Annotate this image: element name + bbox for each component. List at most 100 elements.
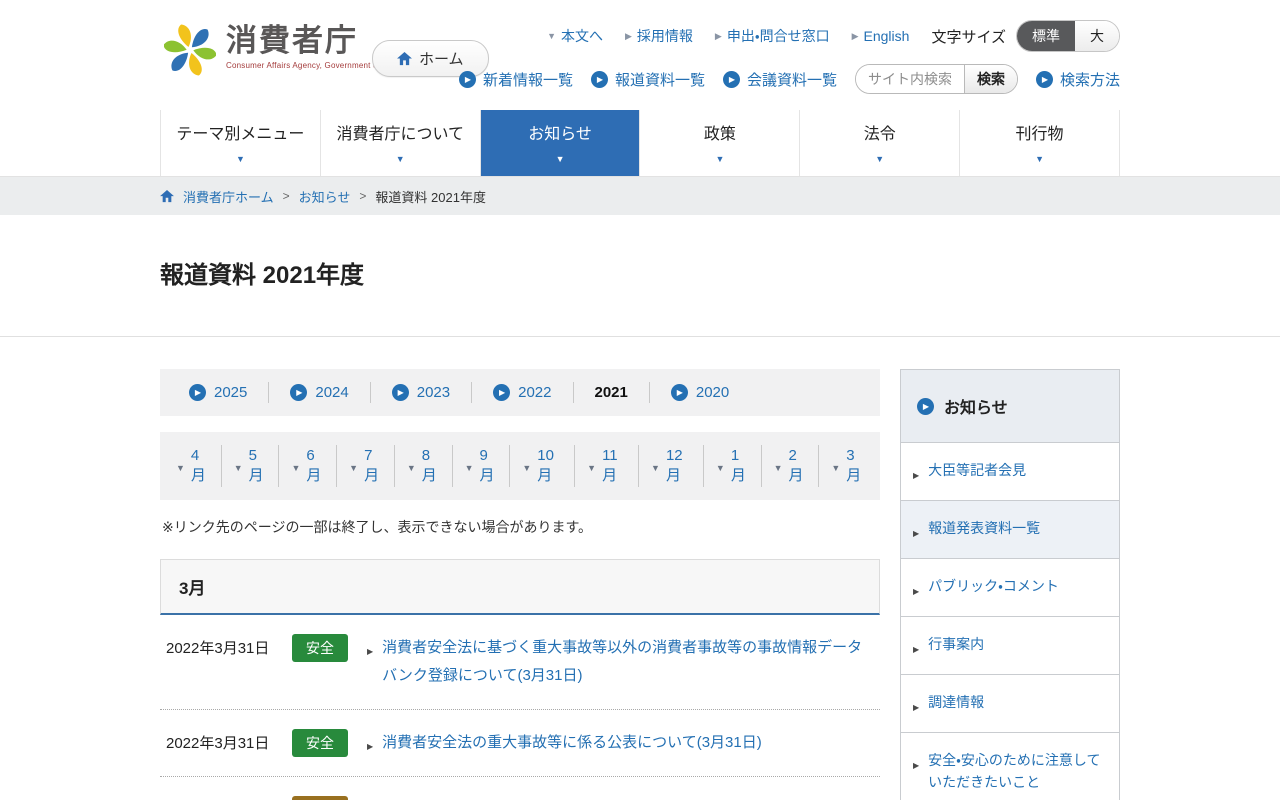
caret-down-icon xyxy=(875,149,884,167)
year-tab-2023[interactable]: 2023 xyxy=(369,382,471,403)
sidebar-item-event-guide[interactable]: 行事案内 xyxy=(901,616,1119,674)
home-icon xyxy=(160,189,174,202)
category-badge-safety: 安全 xyxy=(292,728,348,757)
nav-about-agency[interactable]: 消費者庁について xyxy=(319,110,480,176)
caret-right-icon: ▶ xyxy=(624,30,632,41)
caret-right-icon xyxy=(913,697,919,715)
breadcrumb-separator: > xyxy=(282,189,290,203)
month-tab-apr[interactable]: 4月 xyxy=(164,445,221,487)
caret-down-icon xyxy=(349,458,358,475)
month-section-title: 3月 xyxy=(179,579,206,598)
sidebar-item-public-comment[interactable]: パブリック・コメント xyxy=(901,558,1119,616)
main-column: 2025 2024 2023 2022 2021 xyxy=(160,369,880,800)
breadcrumb-home-link[interactable]: 消費者庁ホーム xyxy=(183,187,274,206)
nav-news[interactable]: お知らせ xyxy=(479,110,640,176)
title-band: 報道資料 2021年度 xyxy=(0,215,1280,337)
link-contact-window[interactable]: ▶ 申出・問合せ窓口 xyxy=(715,26,830,46)
month-tab-may[interactable]: 5月 xyxy=(220,445,279,487)
sidebar-item-procurement-info[interactable]: 調達情報 xyxy=(901,674,1119,732)
link-recruit-info[interactable]: ▶ 採用情報 xyxy=(625,26,693,46)
link-to-main-content[interactable]: ▼ 本文へ xyxy=(547,26,603,46)
month-tab-jul[interactable]: 7月 xyxy=(336,445,394,487)
nav-policy[interactable]: 政策 xyxy=(639,110,799,176)
circle-arrow-icon xyxy=(590,70,608,88)
nav-theme-menu[interactable]: テーマ別メニュー xyxy=(160,110,320,176)
caret-down-icon xyxy=(465,458,474,475)
month-tab-jan[interactable]: 1月 xyxy=(702,445,761,487)
month-tab-feb[interactable]: 2月 xyxy=(760,445,819,487)
link-new-info-list[interactable]: 新着情報一覧 xyxy=(458,69,573,90)
circle-arrow-icon xyxy=(458,70,476,88)
link-search-help[interactable]: 検索方法 xyxy=(1035,69,1120,90)
month-tab-sep[interactable]: 9月 xyxy=(451,445,510,487)
year-tab-2025[interactable]: 2025 xyxy=(168,382,268,403)
font-size-standard-button[interactable]: 標準 xyxy=(1017,21,1075,51)
sidebar-item-safety-cautions[interactable]: 安全・安心のために注意していただきたいこと xyxy=(901,732,1119,800)
font-size-label: 文字サイズ xyxy=(931,28,1006,46)
caret-right-icon xyxy=(913,639,919,657)
month-tab-oct[interactable]: 10月 xyxy=(509,445,574,487)
caret-right-icon xyxy=(913,755,919,773)
circle-arrow-icon xyxy=(670,384,688,401)
caret-down-icon xyxy=(291,458,300,475)
caret-down-icon xyxy=(176,458,185,475)
month-tab-dec[interactable]: 12月 xyxy=(638,445,703,487)
circle-arrow-icon xyxy=(917,397,934,415)
month-tab-mar[interactable]: 3月 xyxy=(818,445,876,487)
agency-logo[interactable]: 消費者庁 Consumer Affairs Agency, Government… xyxy=(163,23,405,81)
sidebar-item-minister-press-conference[interactable]: 大臣等記者会見 xyxy=(901,442,1119,500)
news-link[interactable]: 認知機能に係る機能性を標ぼうする機能性表示食品の表示に関する改善指導及び一般消費… xyxy=(382,796,874,800)
breadcrumb: 消費者庁ホーム > お知らせ > 報道資料 2021年度 xyxy=(0,177,1280,215)
caret-down-icon xyxy=(522,458,531,475)
year-tab-2024[interactable]: 2024 xyxy=(268,382,369,403)
circle-arrow-icon xyxy=(1035,70,1053,88)
month-tabs: 4月 5月 6月 7月 8月 9月 10月 11月 12月 1月 2月 3月 xyxy=(160,432,880,500)
month-tab-aug[interactable]: 8月 xyxy=(393,445,452,487)
year-tab-2021-current: 2021 xyxy=(572,382,649,403)
nav-laws[interactable]: 法令 xyxy=(799,110,959,176)
caret-down-icon xyxy=(407,458,416,475)
caret-down-icon xyxy=(774,458,783,475)
news-row: 2022年3月31日 安全 消費者安全法に基づく重大事故等以外の消費者事故等の事… xyxy=(160,615,880,710)
caret-down-icon xyxy=(587,458,596,475)
caret-right-icon xyxy=(367,641,373,659)
sidebar-item-press-release-list[interactable]: 報道発表資料一覧 xyxy=(901,500,1119,558)
quick-links-nav: 新着情報一覧 報道資料一覧 会議資料一覧 検索 検索方法 xyxy=(458,64,1120,94)
circle-arrow-icon xyxy=(189,384,206,401)
news-date: 2022年3月31日 xyxy=(166,734,270,752)
news-link[interactable]: 消費者安全法に基づく重大事故等以外の消費者事故等の事故情報データバンク登録につい… xyxy=(382,634,874,690)
link-meeting-materials-list[interactable]: 会議資料一覧 xyxy=(722,69,837,90)
year-tab-2022[interactable]: 2022 xyxy=(471,382,572,403)
year-tabs: 2025 2024 2023 2022 2021 xyxy=(160,369,880,416)
circle-arrow-icon xyxy=(290,384,308,401)
caret-right-icon xyxy=(913,523,919,541)
year-tab-2020[interactable]: 2020 xyxy=(648,382,750,403)
caret-down-icon xyxy=(556,149,565,167)
category-badge-safety: 安全 xyxy=(292,634,348,662)
caret-right-icon xyxy=(913,465,919,483)
news-row: 2022年3月31日 表示 認知機能に係る機能性を標ぼうする機能性表示食品の表示… xyxy=(160,777,880,800)
month-tab-jun[interactable]: 6月 xyxy=(278,445,336,487)
caret-down-icon xyxy=(396,149,405,167)
breadcrumb-current: 報道資料 2021年度 xyxy=(375,189,486,205)
caret-down-icon xyxy=(234,458,243,475)
nav-publications[interactable]: 刊行物 xyxy=(959,110,1120,176)
caret-right-icon: ▶ xyxy=(714,30,722,41)
circle-arrow-icon xyxy=(391,384,409,401)
news-link[interactable]: 消費者安全法の重大事故等に係る公表について(3月31日) xyxy=(382,729,874,757)
breadcrumb-news-link[interactable]: お知らせ xyxy=(299,187,351,206)
page-title: 報道資料 2021年度 xyxy=(160,262,365,289)
sidebar-title: お知らせ xyxy=(944,400,1008,417)
caret-right-icon: ▶ xyxy=(851,30,859,41)
link-press-materials-list[interactable]: 報道資料一覧 xyxy=(590,69,705,90)
content-area: 2025 2024 2023 2022 2021 xyxy=(0,337,1280,800)
breadcrumb-separator: > xyxy=(359,189,367,203)
search-input[interactable] xyxy=(855,65,964,93)
caret-down-icon: ▼ xyxy=(547,31,556,41)
search-button[interactable]: 検索 xyxy=(963,65,1017,93)
link-english[interactable]: ▶ English xyxy=(852,28,910,44)
month-tab-nov[interactable]: 11月 xyxy=(574,445,638,487)
font-size-large-button[interactable]: 大 xyxy=(1075,21,1119,51)
caret-down-icon xyxy=(716,458,725,475)
utility-nav: ▼ 本文へ ▶ 採用情報 ▶ 申出・問合せ窓口 ▶ English 文字サイズ … xyxy=(547,20,1120,52)
